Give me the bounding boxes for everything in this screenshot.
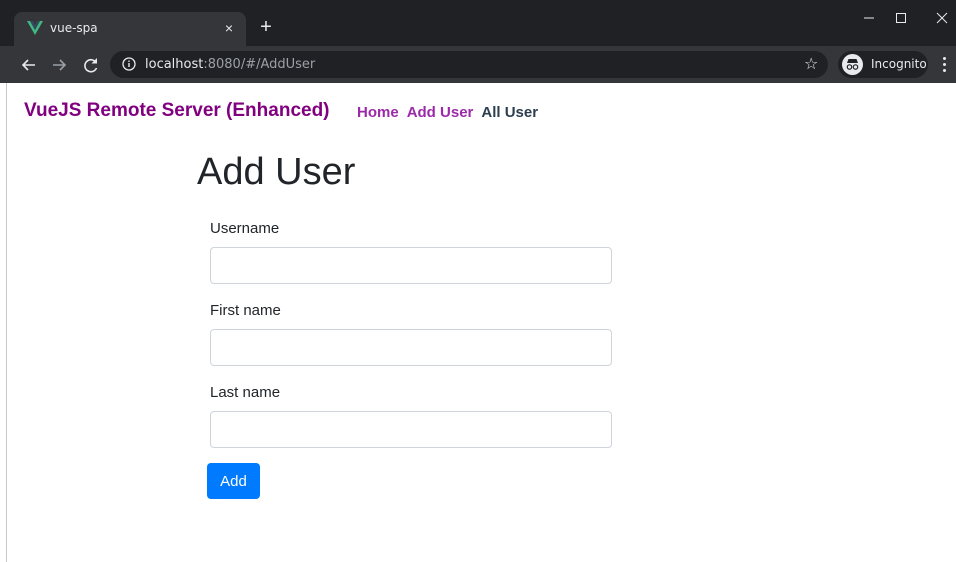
app-brand[interactable]: VueJS Remote Server (Enhanced) [24, 100, 330, 122]
vue-logo-icon [27, 21, 43, 35]
first-name-input[interactable] [210, 329, 612, 366]
nav-link-all-user[interactable]: All User [481, 104, 538, 121]
incognito-label: Incognito [871, 57, 927, 71]
window-edge [6, 83, 7, 562]
arrow-left-icon [21, 59, 35, 71]
browser-titlebar: vue-spa × + [0, 0, 956, 46]
address-bar[interactable]: localhost:8080/#/AddUser ☆ [110, 51, 828, 78]
first-name-label: First name [210, 302, 281, 319]
tab-close-button[interactable]: × [220, 19, 238, 37]
last-name-label: Last name [210, 384, 281, 401]
window-close-button[interactable] [928, 6, 956, 30]
url-text[interactable]: localhost:8080/#/AddUser [145, 57, 315, 72]
minimize-icon [864, 17, 874, 19]
nav-link-home[interactable]: Home [357, 104, 399, 121]
page-title: Add User [197, 151, 356, 193]
browser-toolbar: localhost:8080/#/AddUser ☆ Incognito [0, 46, 956, 83]
nav-link-add-user[interactable]: Add User [407, 104, 474, 121]
add-button[interactable]: Add [207, 463, 260, 499]
info-icon[interactable] [122, 57, 136, 71]
minimize-button[interactable] [854, 6, 884, 30]
url-path: :8080/#/AddUser [203, 57, 316, 72]
last-name-input[interactable] [210, 411, 612, 448]
maximize-icon [896, 13, 906, 23]
username-label: Username [210, 220, 280, 237]
main-nav: Home Add User All User [357, 104, 538, 121]
forward-button[interactable] [48, 54, 70, 76]
page-viewport: VueJS Remote Server (Enhanced) Home Add … [0, 83, 956, 562]
tab-title: vue-spa [50, 21, 98, 35]
new-tab-button[interactable]: + [256, 17, 276, 37]
maximize-button[interactable] [886, 6, 916, 30]
reload-icon [84, 58, 98, 73]
url-host: localhost [145, 57, 204, 72]
arrow-right-icon [53, 59, 67, 71]
incognito-badge[interactable]: Incognito [838, 51, 928, 78]
incognito-icon [842, 54, 863, 75]
browser-tab[interactable]: vue-spa × [14, 12, 246, 46]
reload-button[interactable] [80, 54, 102, 76]
username-input[interactable] [210, 247, 612, 284]
back-button[interactable] [18, 54, 40, 76]
kebab-menu-icon[interactable] [938, 54, 950, 76]
close-icon [936, 12, 948, 24]
star-icon[interactable]: ☆ [804, 54, 818, 74]
